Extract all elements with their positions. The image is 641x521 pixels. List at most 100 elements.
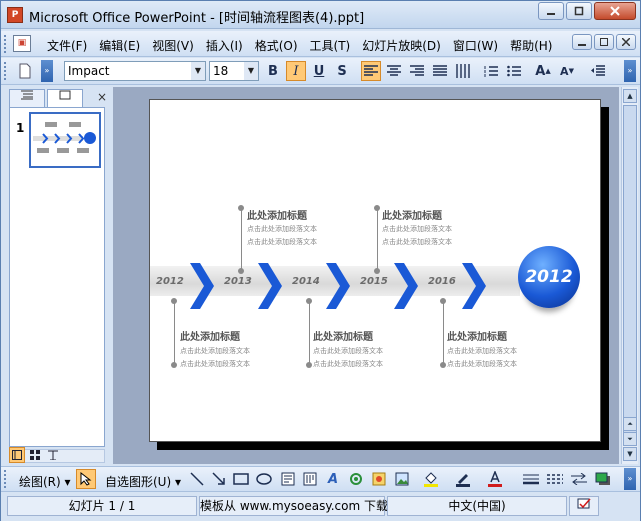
select-pointer-button[interactable]: [76, 469, 96, 489]
menu-tools[interactable]: 工具(T): [304, 37, 357, 54]
font-color-button[interactable]: [485, 469, 505, 489]
align-center-button[interactable]: [384, 61, 404, 81]
event-marker: [238, 268, 244, 274]
powerpoint-app-icon[interactable]: P: [7, 7, 23, 23]
doc-restore-button[interactable]: [594, 34, 614, 50]
slide-thumbnail[interactable]: [29, 112, 101, 168]
italic-button[interactable]: I: [286, 61, 306, 81]
slideshow-view-button[interactable]: [45, 447, 61, 463]
shadow-style-button[interactable]: [593, 469, 613, 489]
slides-pane: × 1: [1, 87, 109, 464]
arrow-style-button[interactable]: [569, 469, 589, 489]
vertical-textbox-button[interactable]: [300, 469, 320, 489]
next-slide-icon[interactable]: ⏷: [623, 432, 637, 446]
timeline-chevron: [462, 263, 486, 309]
event-connector: [309, 301, 310, 363]
oval-tool-button[interactable]: [254, 469, 274, 489]
event-text: 点击此处添加段落文本: [247, 225, 317, 233]
new-document-icon[interactable]: [15, 61, 35, 81]
previous-slide-icon[interactable]: ⏶: [623, 417, 637, 431]
close-button[interactable]: [594, 2, 636, 20]
paint-bucket-icon: [424, 472, 438, 487]
menu-grip-handle[interactable]: [4, 35, 8, 53]
event-marker: [171, 362, 177, 368]
toolbar-grip-handle[interactable]: [4, 62, 8, 80]
vertical-textbox-icon: [303, 472, 317, 486]
decrease-font-size-icon[interactable]: A ▼: [557, 61, 577, 81]
line-color-button[interactable]: [453, 469, 473, 489]
tab-outline[interactable]: [9, 89, 45, 107]
menu-help[interactable]: 帮助(H): [504, 37, 558, 54]
menu-file[interactable]: 文件(F): [41, 37, 93, 54]
minimize-icon: [547, 13, 555, 15]
autoshapes-menu-button[interactable]: 自选图形(U) ▾: [105, 473, 181, 490]
line-style-button[interactable]: [521, 469, 541, 489]
bold-button[interactable]: B: [263, 61, 283, 81]
spelling-status-icon[interactable]: [569, 496, 599, 516]
arrow-tool-button[interactable]: [209, 469, 229, 489]
menu-view[interactable]: 视图(V): [146, 37, 200, 54]
menu-insert[interactable]: 插入(I): [200, 37, 249, 54]
minimize-button[interactable]: [538, 2, 564, 20]
wordart-icon[interactable]: A: [323, 469, 343, 489]
doc-minimize-button[interactable]: [572, 34, 592, 50]
font-size-combo[interactable]: 18 ▼: [209, 61, 259, 81]
fill-color-button[interactable]: [421, 469, 441, 489]
tab-slides[interactable]: [47, 89, 83, 107]
align-left-button[interactable]: [361, 61, 381, 81]
arrow-icon: [212, 472, 225, 485]
doc-close-button[interactable]: [616, 34, 636, 50]
rectangle-tool-button[interactable]: [231, 469, 251, 489]
increase-font-size-icon[interactable]: A ▲: [533, 61, 553, 81]
scroll-thumb[interactable]: [623, 105, 637, 435]
year-label: 2014: [292, 276, 320, 287]
toolbar-overflow-chevron[interactable]: »: [624, 60, 636, 82]
pane-close-icon[interactable]: ×: [97, 90, 107, 104]
year-globe: 2012: [518, 246, 580, 308]
align-right-button[interactable]: [407, 61, 427, 81]
draw-menu-button[interactable]: 绘图(R) ▾: [19, 473, 71, 490]
slide-vertical-scrollbar[interactable]: ▲ ⏶ ⏷ ▼: [621, 87, 638, 464]
decrease-indent-button[interactable]: [588, 61, 608, 81]
toolbar-options-chevron[interactable]: »: [41, 60, 53, 82]
window-title: Microsoft Office PowerPoint - [时间轴流程图表(4…: [29, 11, 365, 26]
event-text: 点击此处添加段落文本: [180, 360, 250, 368]
font-name-combo[interactable]: Impact ▼: [64, 61, 206, 81]
distribute-button[interactable]: [430, 61, 450, 81]
dash-style-icon: [547, 474, 563, 484]
chevron-down-icon[interactable]: ▼: [244, 62, 258, 80]
menu-slideshow[interactable]: 幻灯片放映(D): [356, 37, 447, 54]
scroll-down-icon[interactable]: ▼: [623, 447, 637, 461]
toolbar-grip-handle[interactable]: [4, 470, 8, 488]
year-label: 2016: [428, 276, 456, 287]
normal-view-button[interactable]: [9, 447, 25, 463]
event-connector: [377, 208, 378, 270]
document-menu-icon[interactable]: ▣: [13, 35, 31, 52]
menu-edit[interactable]: 编辑(E): [93, 37, 146, 54]
slide-sorter-view-button[interactable]: [27, 447, 43, 463]
shadow-button[interactable]: S: [332, 61, 352, 81]
bullets-button[interactable]: [504, 61, 524, 81]
diagram-button[interactable]: [346, 469, 366, 489]
line-tool-button[interactable]: [187, 469, 207, 489]
indent-icon: [591, 65, 605, 76]
menu-window[interactable]: 窗口(W): [447, 37, 504, 54]
clipart-button[interactable]: [369, 469, 389, 489]
vertical-text-button[interactable]: [453, 61, 473, 81]
underline-button[interactable]: U: [309, 61, 329, 81]
event-title: 此处添加标题: [247, 211, 307, 222]
textbox-tool-button[interactable]: [278, 469, 298, 489]
slide-canvas[interactable]: 2012 2013 2014 2015 2016 2012 此处添加标题 点击此…: [149, 99, 601, 442]
menu-format[interactable]: 格式(O): [249, 37, 304, 54]
textbox-icon: [281, 472, 295, 486]
dash-style-button[interactable]: [545, 469, 565, 489]
toolbar-overflow-chevron[interactable]: »: [624, 468, 636, 490]
scroll-up-icon[interactable]: ▲: [623, 89, 637, 103]
event-title: 此处添加标题: [313, 332, 373, 343]
distribute-icon: [433, 65, 447, 76]
chevron-down-icon[interactable]: ▼: [191, 62, 205, 80]
restore-button[interactable]: [566, 2, 592, 20]
slide-sorter-icon: [30, 450, 40, 460]
insert-picture-button[interactable]: [392, 469, 412, 489]
numbering-button[interactable]: [481, 61, 501, 81]
